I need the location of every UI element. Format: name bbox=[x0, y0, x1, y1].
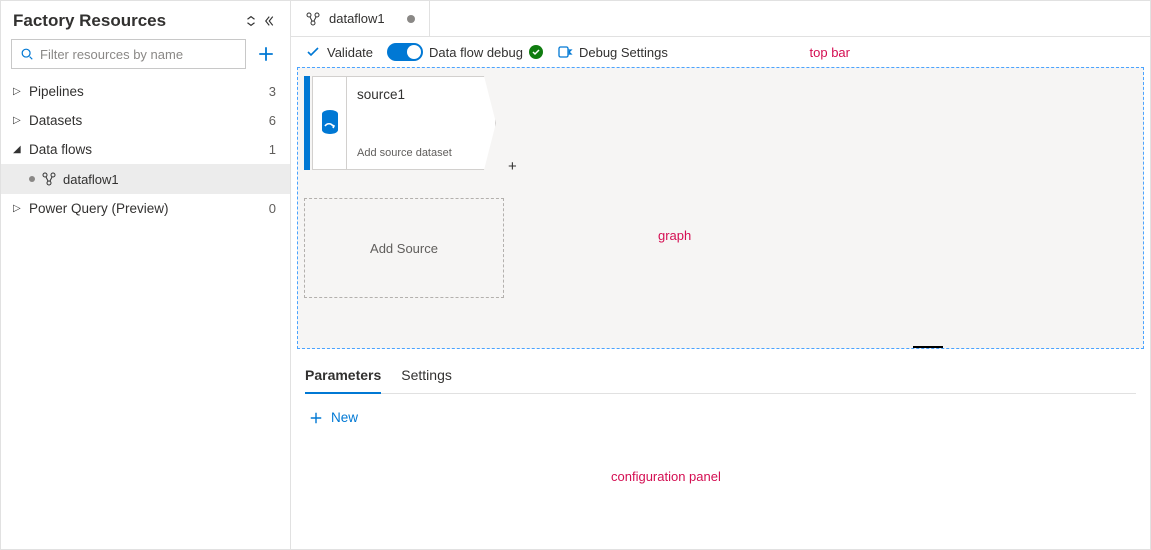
chevron-down-icon: ◢ bbox=[13, 144, 23, 155]
debug-settings-label: Debug Settings bbox=[579, 45, 668, 60]
chevron-right-icon: ▷ bbox=[13, 86, 23, 97]
new-parameter-button[interactable]: New bbox=[305, 394, 1136, 441]
tab-dataflow1[interactable]: dataflow1 bbox=[291, 1, 430, 36]
search-icon bbox=[20, 47, 34, 61]
debug-toggle-label: Data flow debug bbox=[429, 45, 523, 60]
annotation-config-panel: configuration panel bbox=[611, 469, 721, 484]
tree-child-label: dataflow1 bbox=[63, 172, 119, 187]
tree-count: 3 bbox=[269, 84, 276, 99]
debug-settings-button[interactable]: Debug Settings bbox=[557, 44, 668, 60]
tree-count: 0 bbox=[269, 201, 276, 216]
source-node[interactable]: source1 Add source dataset bbox=[304, 76, 496, 170]
tree-label: Datasets bbox=[29, 113, 82, 128]
unsaved-dot-icon bbox=[29, 176, 35, 182]
tab-title: dataflow1 bbox=[329, 11, 385, 26]
tree-label: Data flows bbox=[29, 142, 92, 157]
node-accent-bar bbox=[304, 76, 310, 170]
add-step-button[interactable]: + bbox=[508, 158, 517, 175]
tree-row-powerquery[interactable]: ▷ Power Query (Preview) 0 bbox=[1, 194, 290, 223]
tree-count: 6 bbox=[269, 113, 276, 128]
dataflow-icon bbox=[41, 171, 57, 187]
config-tab-parameters[interactable]: Parameters bbox=[305, 361, 381, 393]
chevron-right-icon: ▷ bbox=[13, 203, 23, 214]
tree-row-dataflows[interactable]: ◢ Data flows 1 bbox=[1, 135, 290, 164]
factory-resources-panel: Factory Resources ▷ Pipelines bbox=[1, 1, 291, 549]
tree-row-datasets[interactable]: ▷ Datasets 6 bbox=[1, 106, 290, 135]
search-input-wrapper[interactable] bbox=[11, 39, 246, 69]
main-area: dataflow1 Validate Data flow debug Debug… bbox=[291, 1, 1150, 549]
node-icon-col bbox=[312, 76, 346, 170]
add-source-placeholder[interactable]: Add Source bbox=[304, 198, 504, 298]
editor-tabstrip: dataflow1 bbox=[291, 1, 1150, 37]
new-parameter-label: New bbox=[331, 410, 358, 425]
success-check-icon bbox=[529, 45, 543, 59]
tree-label: Pipelines bbox=[29, 84, 84, 99]
annotation-graph: graph bbox=[658, 228, 691, 243]
search-input[interactable] bbox=[40, 47, 237, 62]
sidebar-title: Factory Resources bbox=[13, 11, 166, 31]
toggle-icon[interactable] bbox=[387, 43, 423, 61]
collapse-panel-icon[interactable] bbox=[264, 14, 278, 28]
debug-settings-icon bbox=[557, 44, 573, 60]
config-tabstrip: Parameters Settings bbox=[305, 349, 1136, 394]
validate-label: Validate bbox=[327, 45, 373, 60]
node-title: source1 bbox=[357, 87, 485, 102]
tree-label: Power Query (Preview) bbox=[29, 201, 169, 216]
add-source-label: Add Source bbox=[370, 241, 438, 256]
configuration-panel: Parameters Settings New configuration pa… bbox=[291, 349, 1150, 549]
tree-row-pipelines[interactable]: ▷ Pipelines 3 bbox=[1, 77, 290, 106]
source-dataset-icon bbox=[319, 109, 341, 137]
dataflow-icon bbox=[305, 11, 321, 27]
tree-count: 1 bbox=[269, 142, 276, 157]
dataflow-graph-canvas[interactable]: source1 Add source dataset + Add Source … bbox=[297, 67, 1144, 349]
dataflow-toolbar: Validate Data flow debug Debug Settings … bbox=[291, 37, 1150, 67]
tree-child-dataflow1[interactable]: dataflow1 bbox=[1, 164, 290, 194]
dataflow-debug-toggle[interactable]: Data flow debug bbox=[387, 43, 543, 61]
chevron-right-icon: ▷ bbox=[13, 115, 23, 126]
expand-all-icon[interactable] bbox=[244, 14, 258, 28]
validate-button[interactable]: Validate bbox=[305, 44, 373, 60]
resource-tree: ▷ Pipelines 3 ▷ Datasets 6 ◢ Data flows … bbox=[1, 77, 290, 223]
tab-dirty-dot-icon[interactable] bbox=[407, 15, 415, 23]
node-body[interactable]: source1 Add source dataset bbox=[346, 76, 496, 170]
config-tab-settings[interactable]: Settings bbox=[401, 361, 452, 393]
sidebar-header: Factory Resources bbox=[1, 11, 290, 39]
add-resource-button[interactable] bbox=[252, 40, 280, 68]
node-subtitle: Add source dataset bbox=[357, 147, 485, 159]
annotation-top-bar: top bar bbox=[810, 45, 850, 60]
